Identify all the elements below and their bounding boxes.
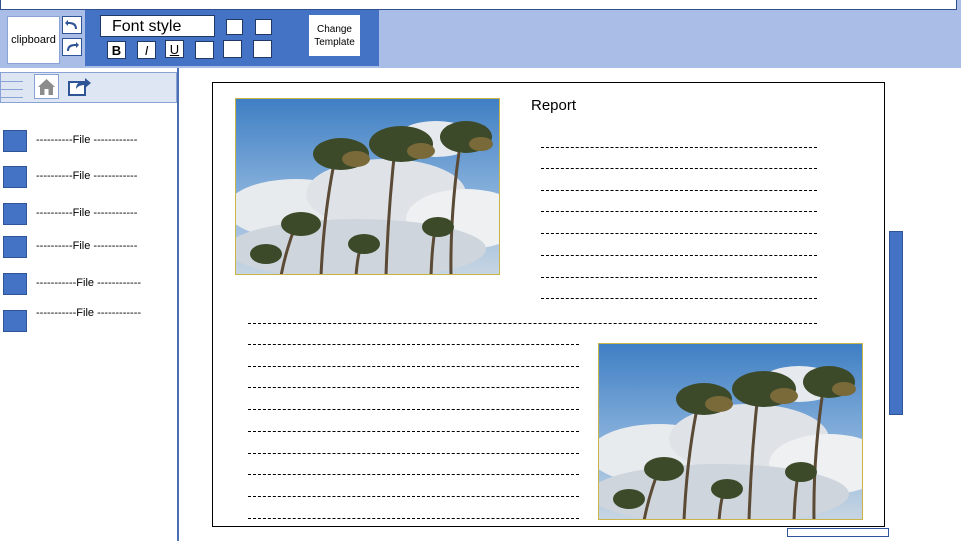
file-label: -----------File ------------	[36, 307, 142, 319]
palm-trees-image	[236, 99, 499, 274]
text-placeholder-line	[248, 474, 579, 475]
text-placeholder-line	[248, 366, 579, 367]
clipboard-button[interactable]: clipboard	[7, 16, 60, 64]
text-placeholder-line	[248, 431, 579, 432]
file-item[interactable]: -----------File ------------	[3, 273, 173, 297]
file-item[interactable]: ----------File ------------	[3, 166, 173, 190]
file-icon	[3, 310, 27, 332]
palm-trees-image	[599, 344, 862, 519]
text-placeholder-line	[541, 277, 817, 278]
text-placeholder-line	[248, 409, 579, 410]
text-placeholder-line	[248, 387, 579, 388]
file-item[interactable]: ----------File ------------	[3, 203, 173, 227]
text-placeholder-line	[541, 147, 817, 148]
font-color-box[interactable]	[255, 19, 272, 35]
file-label: ----------File ------------	[36, 240, 138, 252]
undo-button[interactable]	[62, 16, 82, 34]
text-placeholder-line	[541, 211, 817, 212]
bold-label: B	[111, 42, 122, 58]
text-placeholder-line	[248, 323, 817, 324]
text-placeholder-line	[541, 298, 817, 299]
text-placeholder-line	[248, 344, 579, 345]
share-button[interactable]	[68, 77, 92, 97]
file-icon	[3, 273, 27, 295]
hamburger-icon[interactable]	[1, 78, 23, 100]
home-button[interactable]	[34, 74, 59, 99]
font-style-label: Font style	[112, 18, 182, 35]
text-placeholder-line	[541, 255, 817, 256]
change-template-button[interactable]: Change Template	[309, 15, 360, 56]
format-option-button-3[interactable]	[253, 40, 272, 58]
file-item[interactable]: ----------File ------------	[3, 130, 173, 154]
italic-label: I	[144, 42, 149, 58]
text-placeholder-line	[248, 518, 579, 519]
font-size-box[interactable]	[226, 19, 243, 35]
redo-icon	[67, 42, 79, 51]
change-template-label: Change Template	[314, 23, 355, 48]
horizontal-scrollbar[interactable]	[787, 528, 889, 537]
bold-button[interactable]: B	[107, 41, 126, 59]
underline-label: U	[169, 41, 180, 57]
file-label: ----------File ------------	[36, 134, 138, 146]
file-item[interactable]: ----------File ------------	[3, 236, 173, 260]
font-style-dropdown[interactable]: Font style	[100, 15, 215, 37]
file-item[interactable]: -----------File ------------	[3, 307, 173, 334]
clipboard-label: clipboard	[11, 34, 56, 46]
vertical-scrollbar[interactable]	[889, 231, 903, 415]
underline-button[interactable]: U	[165, 40, 184, 58]
text-placeholder-line	[541, 190, 817, 191]
text-placeholder-line	[248, 453, 579, 454]
text-placeholder-line	[248, 496, 579, 497]
redo-button[interactable]	[62, 38, 82, 56]
home-icon	[38, 79, 55, 95]
format-option-button-1[interactable]	[195, 41, 214, 59]
text-placeholder-line	[541, 168, 817, 169]
italic-button[interactable]: I	[137, 41, 156, 59]
undo-icon	[65, 20, 77, 29]
file-icon	[3, 130, 27, 152]
format-option-button-2[interactable]	[223, 40, 242, 58]
file-icon	[3, 236, 27, 258]
palm-trees-image-top[interactable]	[235, 98, 500, 275]
report-title: Report	[531, 97, 577, 114]
share-icon	[68, 78, 91, 96]
palm-trees-image-bottom[interactable]	[598, 343, 863, 520]
file-icon	[3, 203, 27, 225]
text-placeholder-line	[541, 233, 817, 234]
file-label: -----------File ------------	[36, 277, 142, 289]
title-strip	[0, 0, 957, 10]
file-label: ----------File ------------	[36, 207, 138, 219]
file-label: ----------File ------------	[36, 170, 138, 182]
file-icon	[3, 166, 27, 188]
